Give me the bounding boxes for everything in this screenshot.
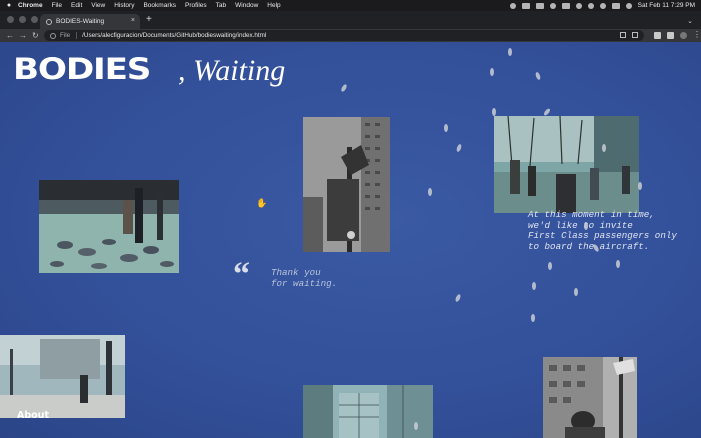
extensions-icon[interactable] [654, 31, 661, 39]
menu-edit[interactable]: Edit [71, 2, 82, 9]
back-button[interactable]: ← [6, 30, 14, 41]
more-menu-icon[interactable]: ⋮ [693, 31, 701, 39]
battery-icon[interactable] [561, 2, 570, 9]
control-center-icon[interactable] [611, 2, 620, 9]
forward-button[interactable]: → [19, 30, 27, 41]
bird-icon [616, 260, 620, 268]
photo-pigeons-plaza[interactable] [39, 180, 179, 273]
bird-icon [428, 188, 432, 196]
menu-bookmarks[interactable]: Bookmarks [143, 2, 176, 9]
menu-chrome[interactable]: Chrome [18, 2, 43, 9]
wifi-icon[interactable] [587, 2, 594, 9]
scheme-label: File [60, 32, 71, 39]
photo-bus-stop[interactable] [0, 335, 125, 418]
tab-search-icon[interactable]: ⌄ [687, 17, 693, 25]
page-viewport: BODIES , Waiting “ Thank you for waiting… [0, 42, 701, 438]
menu-tab[interactable]: Tab [216, 2, 226, 9]
tab-strip: BODIES-Waiting × + ⌄ [0, 11, 701, 29]
macos-menu-bar: ● Chrome File Edit View History Bookmark… [0, 0, 701, 11]
bluetooth-icon[interactable] [575, 2, 582, 9]
hand-pointer-icon: ✋ [256, 198, 268, 208]
bird-icon [584, 222, 588, 230]
apple-menu-icon[interactable]: ● [0, 2, 18, 9]
globe-icon [46, 18, 52, 25]
dropbox-icon[interactable] [521, 2, 530, 9]
cloud-icon[interactable] [549, 2, 556, 9]
bird-icon [492, 108, 496, 116]
share-icon[interactable] [620, 32, 626, 38]
menu-history[interactable]: History [114, 2, 134, 9]
browser-toolbar: ← → ↻ File /Users/alecfiguracion/Documen… [0, 29, 701, 42]
profile-avatar[interactable] [680, 31, 687, 39]
photo-people-trees[interactable] [494, 116, 639, 213]
maximize-window-icon[interactable] [31, 16, 38, 23]
menu-help[interactable]: Help [267, 2, 280, 9]
bird-icon [532, 282, 536, 290]
boarding-announcement: At this moment in time, we'd like to inv… [528, 209, 677, 252]
about-link[interactable]: About [17, 410, 49, 421]
record-icon[interactable] [509, 2, 516, 9]
bird-icon [340, 83, 348, 93]
omnibox-actions [620, 32, 638, 38]
menu-file[interactable]: File [52, 2, 62, 9]
bird-icon [574, 288, 578, 296]
bird-icon [534, 71, 542, 81]
site-logo[interactable]: BODIES , Waiting [13, 52, 285, 87]
new-tab-button[interactable]: + [146, 15, 152, 25]
bird-icon [490, 68, 494, 76]
minimize-window-icon[interactable] [19, 16, 26, 23]
close-window-icon[interactable] [7, 16, 14, 23]
info-icon[interactable] [50, 32, 56, 39]
thank-you-text: Thank you for waiting. [271, 267, 338, 289]
divider [76, 32, 78, 39]
close-tab-icon[interactable]: × [131, 17, 135, 24]
address-bar[interactable]: File /Users/alecfiguracion/Documents/Git… [44, 30, 644, 41]
bird-icon [531, 314, 535, 322]
window-icon[interactable] [535, 2, 544, 9]
menu-window[interactable]: Window [235, 2, 258, 9]
menu-clock[interactable]: Sat Feb 11 7:29 PM [638, 2, 695, 9]
bird-icon [602, 144, 606, 152]
side-panel-icon[interactable] [667, 31, 674, 39]
bird-icon [508, 48, 512, 56]
logo-waiting: , Waiting [178, 54, 286, 87]
siri-icon[interactable] [625, 2, 632, 9]
reload-button[interactable]: ↻ [32, 30, 39, 41]
tab-title: BODIES-Waiting [56, 18, 105, 25]
photo-street-lamp[interactable] [303, 117, 390, 252]
photo-glass-buildings[interactable] [303, 385, 433, 438]
url-text[interactable]: /Users/alecfiguracion/Documents/GitHub/b… [82, 32, 266, 39]
bird-icon [455, 143, 463, 153]
bookmark-star-icon[interactable] [632, 32, 638, 38]
quote-icon: “ [233, 256, 250, 293]
bird-icon [548, 262, 552, 270]
search-icon[interactable] [599, 2, 606, 9]
photo-person-hat[interactable] [543, 357, 637, 438]
tab-bodies-waiting[interactable]: BODIES-Waiting × [40, 14, 140, 29]
bird-icon [638, 182, 642, 190]
menu-profiles[interactable]: Profiles [185, 2, 207, 9]
logo-bodies: BODIES [13, 52, 151, 86]
menu-view[interactable]: View [91, 2, 105, 9]
status-area: Sat Feb 11 7:29 PM [509, 0, 695, 11]
bird-icon [414, 422, 418, 430]
window-controls [7, 16, 38, 23]
bird-icon [444, 124, 448, 132]
bird-icon [454, 293, 462, 303]
toolbar-extras: ⋮ [654, 31, 701, 39]
